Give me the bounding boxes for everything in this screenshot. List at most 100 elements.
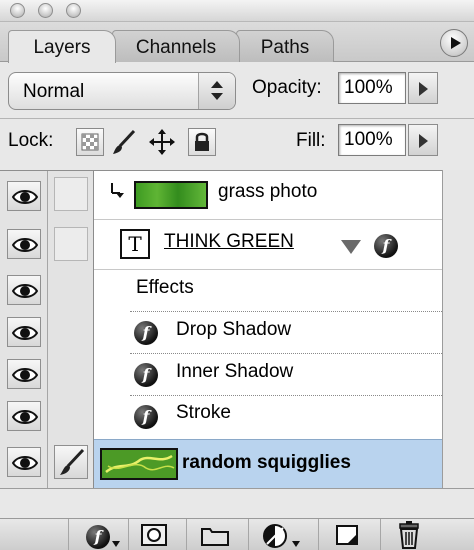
divider — [0, 488, 474, 489]
opacity-value: 100% — [344, 77, 393, 98]
fx-icon: f — [86, 525, 110, 549]
visibility-toggle-drop-shadow[interactable] — [7, 317, 41, 347]
fx-icon: f — [374, 234, 398, 258]
add-layer-style-button[interactable]: f — [80, 523, 120, 549]
chevron-down-icon — [112, 541, 120, 547]
visibility-toggle-think-green[interactable] — [7, 229, 41, 259]
minimize-window-button[interactable] — [38, 3, 53, 18]
eye-icon — [12, 238, 38, 252]
blend-mode-value: Normal — [23, 81, 85, 102]
title-bar — [0, 0, 474, 22]
fx-icon: f — [134, 405, 158, 429]
brush-icon — [113, 129, 136, 154]
opacity-label: Opacity: — [252, 77, 322, 98]
panel-menu-button[interactable] — [440, 29, 468, 57]
clipping-arrow-icon — [111, 183, 124, 198]
panel-tab-bar: Paths Channels Layers — [0, 22, 474, 63]
tab-channels[interactable]: Channels — [112, 30, 240, 62]
layer-thumbnail-grass — [134, 181, 208, 209]
divider — [68, 519, 69, 550]
link-toggle-think-green[interactable] — [54, 227, 88, 261]
effect-name: Inner Shadow — [176, 361, 294, 382]
expand-effects-icon[interactable] — [340, 239, 362, 255]
delete-layer-button[interactable] — [396, 521, 426, 549]
link-toggle-grass-photo[interactable] — [54, 177, 88, 211]
divider — [94, 269, 442, 270]
brush-icon — [60, 448, 85, 475]
lock-pixels-button[interactable] — [110, 128, 138, 156]
chevron-down-icon — [211, 93, 223, 100]
fx-icon: f — [134, 363, 158, 387]
divider — [94, 219, 442, 220]
divider — [130, 395, 442, 396]
visibility-toggle-effects[interactable] — [7, 275, 41, 305]
effect-name: Drop Shadow — [176, 319, 292, 340]
eye-icon — [12, 410, 38, 424]
zoom-window-button[interactable] — [66, 3, 81, 18]
lock-icon — [195, 132, 209, 151]
fx-icon: f — [134, 321, 158, 345]
layers-list: grass photo T THINK GREEN f Effects f Dr… — [0, 170, 442, 489]
close-window-button[interactable] — [10, 3, 25, 18]
visibility-toggle-stroke[interactable] — [7, 401, 41, 431]
add-mask-button[interactable] — [140, 523, 172, 549]
visibility-toggle-grass-photo[interactable] — [7, 181, 41, 211]
divider — [186, 519, 187, 550]
effect-name: Stroke — [176, 402, 231, 423]
tab-paths[interactable]: Paths — [236, 30, 334, 62]
layer-row-random-squigglies[interactable]: random squigglies — [94, 439, 442, 489]
folder-icon — [201, 528, 229, 546]
layers-scrollbar[interactable] — [442, 170, 474, 488]
adjustment-icon — [263, 524, 287, 548]
fill-value: 100% — [344, 129, 393, 150]
divider — [0, 118, 474, 119]
divider — [248, 519, 249, 550]
eye-icon — [12, 284, 38, 298]
eye-icon — [12, 368, 38, 382]
divider — [130, 353, 442, 354]
chevron-down-icon — [292, 541, 300, 547]
chevron-up-icon — [211, 81, 223, 88]
divider — [380, 519, 381, 550]
lock-transparency-button[interactable] — [76, 128, 104, 156]
new-layer-button[interactable] — [334, 523, 364, 549]
fill-slider-button[interactable] — [408, 124, 438, 156]
effects-header: Effects — [136, 277, 194, 298]
layer-name: random squigglies — [182, 452, 351, 473]
mask-icon — [141, 524, 167, 546]
divider — [130, 311, 442, 312]
paint-indicator-random-squigglies[interactable] — [54, 445, 88, 479]
eye-icon — [12, 326, 38, 340]
checker-icon — [81, 133, 99, 151]
tab-label: Layers — [33, 37, 91, 58]
lock-position-button[interactable] — [148, 128, 176, 156]
trash-icon — [399, 521, 419, 549]
tab-label: Channels — [135, 37, 217, 58]
fill-label: Fill: — [296, 130, 326, 151]
type-glyph: T — [128, 232, 142, 256]
visibility-column — [0, 171, 48, 489]
layer-thumbnail-squiggles — [100, 448, 178, 480]
blend-mode-stepper[interactable] — [198, 73, 235, 109]
layer-name: grass photo — [218, 181, 318, 202]
layer-name: THINK GREEN — [164, 231, 294, 252]
opacity-input[interactable]: 100% — [338, 72, 406, 104]
new-adjustment-layer-button[interactable] — [262, 523, 306, 549]
new-layer-icon — [336, 525, 358, 545]
visibility-toggle-random-squigglies[interactable] — [7, 447, 41, 477]
lock-label: Lock: — [8, 130, 54, 151]
move-icon — [149, 129, 175, 155]
divider — [318, 519, 319, 550]
tab-label: Paths — [260, 37, 310, 58]
eye-icon — [12, 190, 38, 204]
tab-layers[interactable]: Layers — [8, 30, 116, 63]
eye-icon — [12, 456, 38, 470]
link-column — [48, 171, 94, 489]
opacity-slider-button[interactable] — [408, 72, 438, 104]
new-group-button[interactable] — [200, 523, 232, 549]
visibility-toggle-inner-shadow[interactable] — [7, 359, 41, 389]
fill-input[interactable]: 100% — [338, 124, 406, 156]
type-layer-icon: T — [120, 229, 150, 259]
divider — [128, 519, 129, 550]
lock-all-button[interactable] — [188, 128, 216, 156]
